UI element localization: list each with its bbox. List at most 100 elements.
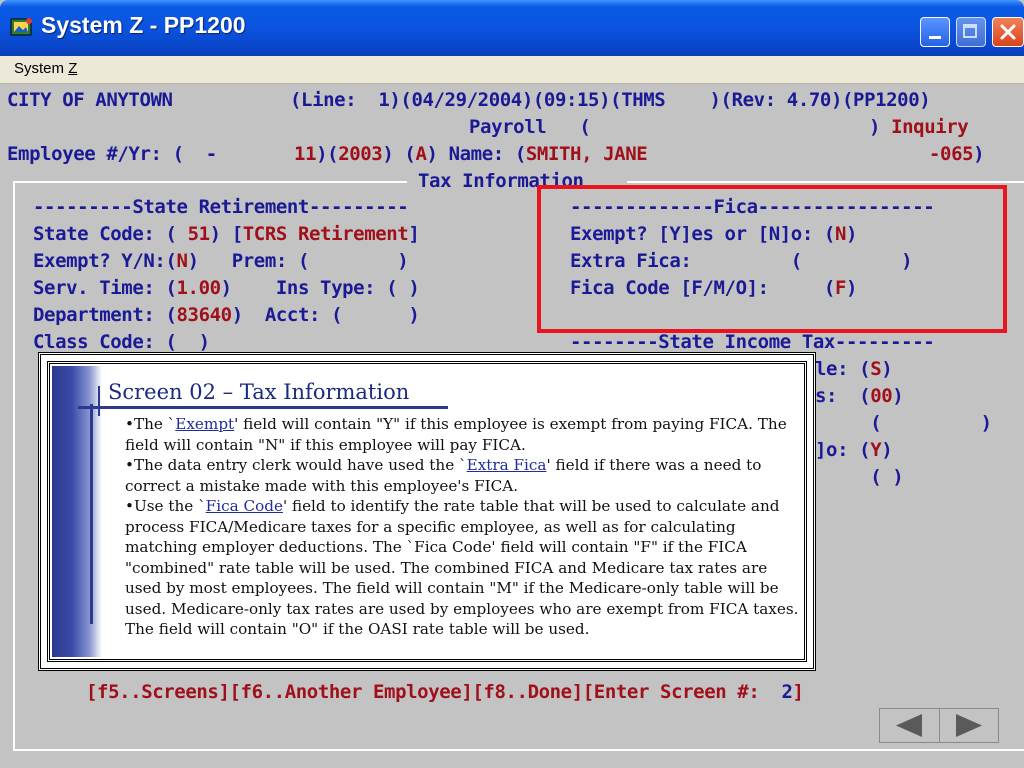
employee-suffix: -065: [929, 143, 974, 165]
exempt-prem-row: Exempt? Y/N:(N) Prem: ( ): [33, 250, 409, 272]
prev-arrow-icon: [896, 714, 922, 737]
class-code-label: Class Code:: [33, 331, 155, 353]
name-label: Name:: [448, 143, 505, 165]
prev-button[interactable]: [880, 709, 940, 742]
menu-bar: System Z: [0, 56, 1024, 84]
serv-time-field[interactable]: 1.00: [177, 277, 222, 299]
state-code-row: State Code: ( 51) [TCRS Retirement]: [33, 223, 420, 245]
fica-highlight-box: [537, 185, 1007, 333]
note3-prefix: •Use the `: [125, 497, 206, 515]
callout-title: Screen 02 – Tax Information: [108, 380, 410, 404]
screen-number-field[interactable]: 2: [781, 681, 792, 703]
terminal-screen: CITY OF ANYTOWN (Line: 1)(04/29/2004)(09…: [0, 84, 1024, 768]
callout-extra-fica-note: •The data entry clerk would have used th…: [125, 455, 805, 496]
program-id: PP1200: [853, 89, 920, 111]
acct-label: Acct:: [264, 304, 321, 326]
extra-fica-link[interactable]: Extra Fica: [467, 456, 547, 474]
minimize-icon: [929, 36, 941, 39]
note1-prefix: •The `: [125, 415, 176, 433]
callout-exempt-note: •The `Exempt' field will contain "Y" if …: [125, 414, 805, 455]
sit-row1-field[interactable]: S: [870, 358, 881, 380]
title-bar: System Z - PP1200: [0, 0, 1024, 56]
class-code-row: Class Code: ( ): [33, 331, 210, 353]
session-user: THMS: [621, 89, 666, 111]
callout-title-tick: [98, 386, 100, 416]
sit-row2-label: s:: [815, 385, 838, 407]
header-line-1: CITY OF ANYTOWN: [7, 88, 173, 112]
department-row: Department: (83640) Acct: ( ): [33, 304, 420, 326]
inquiry-label: Inquiry: [891, 116, 969, 138]
employee-suffix-wrap: -065): [929, 143, 985, 165]
callout-fica-code-note: •Use the `Fica Code' field to identify t…: [125, 496, 805, 640]
maximize-button[interactable]: [956, 17, 986, 47]
menu-system-key: Z: [68, 60, 78, 77]
sit-row4-field[interactable]: Y: [870, 439, 881, 461]
serv-time-row: Serv. Time: (1.00) Ins Type: ( ): [33, 277, 420, 299]
callout-box: Screen 02 – Tax Information •The `Exempt…: [38, 352, 816, 671]
close-button[interactable]: [992, 17, 1024, 47]
retirement-exempt-label: Exempt? Y/N:: [33, 250, 166, 272]
menu-system-z[interactable]: System Z: [14, 60, 77, 77]
rev-label: (Rev:: [720, 89, 777, 111]
exempt-link[interactable]: Exempt: [175, 415, 234, 433]
line-label: (Line:: [290, 89, 357, 111]
close-icon: [1000, 24, 1016, 40]
employee-number[interactable]: 11: [294, 143, 316, 165]
callout-accent-bar: [52, 366, 102, 657]
app-icon[interactable]: [10, 16, 34, 38]
state-code-label: State Code:: [33, 223, 155, 245]
rev-number: 4.70: [786, 89, 832, 111]
sit-row1-label: le:: [815, 358, 849, 380]
maximize-icon: [963, 24, 977, 38]
session-date: 04/29/2004: [411, 89, 522, 111]
next-arrow-icon: [956, 714, 982, 737]
sit-row-1: le: (S): [815, 358, 893, 380]
org-name: CITY OF ANYTOWN: [7, 89, 173, 111]
next-button[interactable]: [940, 709, 999, 742]
sit-row-5: ( ): [815, 466, 904, 488]
employee-year[interactable]: 2003: [338, 143, 383, 165]
inquiry-mode: ) Inquiry: [869, 116, 969, 138]
employee-status: A: [415, 143, 427, 165]
employee-dash: -: [205, 143, 217, 165]
sit-row-4: ]o: (Y): [815, 439, 893, 461]
callout-title-underline: [78, 406, 448, 409]
function-key-bar: [f5..Screens][f6..Another Employee][f8..…: [86, 680, 804, 704]
window-title: System Z - PP1200: [41, 12, 246, 38]
sit-row-3: ( ): [815, 412, 992, 434]
menu-system-prefix: System: [14, 60, 69, 77]
enter-screen-close: ]: [792, 681, 804, 703]
employee-line: Employee #/Yr: ( - 11)(2003) (A) Name: (…: [7, 143, 648, 165]
line-info: (Line: 1)(04/29/2004)(09:15)(THMS )(Rev:…: [290, 89, 931, 111]
sit-row2-field[interactable]: 00: [870, 385, 892, 407]
f5-screens-key[interactable]: [f5..Screens]: [86, 681, 230, 703]
state-income-tax-heading: --------State Income Tax---------: [570, 331, 935, 353]
retirement-exempt-field[interactable]: N: [177, 250, 188, 272]
ins-type-label: Ins Type:: [275, 277, 376, 299]
callout-body: •The `Exempt' field will contain "Y" if …: [125, 414, 805, 640]
prem-label: Prem:: [231, 250, 288, 272]
callout-inner: Screen 02 – Tax Information •The `Exempt…: [47, 361, 807, 662]
state-code-field[interactable]: 51: [188, 223, 210, 245]
fica-code-link[interactable]: Fica Code: [206, 497, 283, 515]
f6-another-employee-key[interactable]: [f6..Another Employee]: [230, 681, 473, 703]
state-code-desc: TCRS Retirement: [242, 223, 409, 245]
employee-label: Employee #/Yr: (: [7, 143, 184, 165]
note3-text: ' field to identify the rate table that …: [125, 497, 799, 638]
callout-accent-line: [90, 404, 93, 624]
department-label: Department:: [33, 304, 155, 326]
serv-time-label: Serv. Time:: [33, 277, 155, 299]
state-retirement-heading: ---------State Retirement---------: [33, 196, 409, 218]
header-line-2: Payroll (: [469, 116, 591, 138]
employee-name: SMITH, JANE: [525, 143, 648, 165]
line-number: 1: [378, 89, 390, 111]
session-time: 09:15: [543, 89, 600, 111]
f8-done-key[interactable]: [f8..Done]: [472, 681, 583, 703]
minimize-button[interactable]: [920, 17, 950, 47]
enter-screen-label: [Enter Screen #:: [582, 681, 760, 703]
department-field[interactable]: 83640: [177, 304, 233, 326]
sit-row-2: s: (00): [815, 385, 904, 407]
payroll-label: Payroll: [469, 116, 547, 138]
sit-row4-label: ]o:: [815, 439, 849, 461]
note2-prefix: •The data entry clerk would have used th…: [125, 456, 467, 474]
